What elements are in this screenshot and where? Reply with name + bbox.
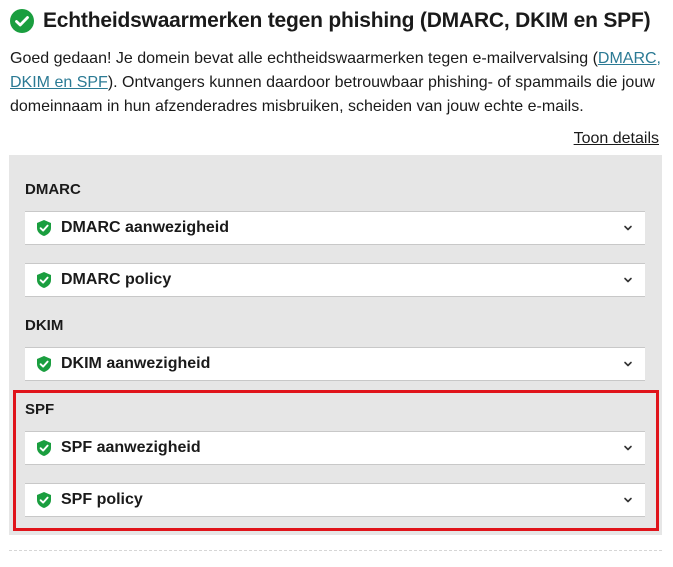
check-item-dkim-presence[interactable]: DKIM aanwezigheid: [25, 347, 645, 381]
section-title: Echtheidswaarmerken tegen phishing (DMAR…: [43, 9, 651, 32]
shield-check-icon: [37, 492, 51, 508]
check-item-spf-presence[interactable]: SPF aanwezigheid: [25, 431, 645, 465]
shield-check-icon: [37, 356, 51, 372]
section-header: Echtheidswaarmerken tegen phishing (DMAR…: [10, 9, 651, 33]
intro-text-before-link: Goed gedaan! Je domein bevat alle echthe…: [10, 50, 598, 67]
check-item-label: DMARC aanwezigheid: [61, 219, 230, 236]
chevron-down-icon[interactable]: [623, 496, 633, 504]
check-item-spf-policy[interactable]: SPF policy: [25, 483, 645, 517]
chevron-down-icon[interactable]: [623, 224, 633, 232]
check-item-label: SPF policy: [61, 491, 143, 508]
show-details-link[interactable]: Toon details: [574, 130, 659, 148]
intro-text: Goed gedaan! Je domein bevat alle echthe…: [10, 47, 665, 119]
check-item-label: SPF aanwezigheid: [61, 439, 201, 456]
shield-check-icon: [37, 220, 51, 236]
check-item-dmarc-policy[interactable]: DMARC policy: [25, 263, 645, 297]
shield-check-icon: [37, 272, 51, 288]
shield-check-icon: [37, 440, 51, 456]
check-item-label: DKIM aanwezigheid: [61, 355, 211, 372]
section-divider: [9, 550, 662, 551]
chevron-down-icon[interactable]: [623, 276, 633, 284]
check-item-label: DMARC policy: [61, 271, 172, 288]
chevron-down-icon[interactable]: [623, 360, 633, 368]
chevron-down-icon[interactable]: [623, 444, 633, 452]
group-label-dmarc: DMARC: [25, 181, 81, 198]
check-circle-icon: [10, 9, 34, 33]
group-label-spf: SPF: [25, 401, 55, 418]
check-item-dmarc-presence[interactable]: DMARC aanwezigheid: [25, 211, 645, 245]
group-label-dkim: DKIM: [25, 317, 64, 334]
